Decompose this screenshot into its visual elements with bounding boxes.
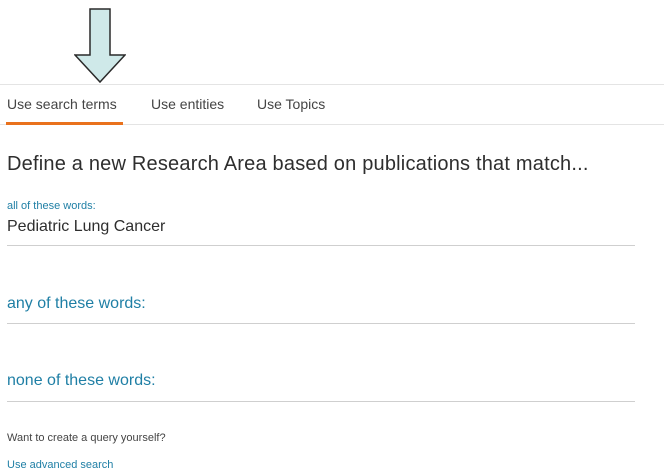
none-words-field[interactable]: none of these words: bbox=[7, 352, 635, 402]
search-mode-tabs: Use search terms Use entities Use Topics bbox=[0, 84, 664, 125]
any-words-field[interactable]: any of these words: bbox=[7, 272, 635, 324]
all-words-field[interactable]: all of these words: Pediatric Lung Cance… bbox=[7, 200, 635, 246]
down-arrow-icon bbox=[74, 8, 126, 84]
page-title: Define a new Research Area based on publ… bbox=[7, 153, 589, 175]
advanced-query-hint: Want to create a query yourself? bbox=[7, 432, 166, 444]
all-words-input[interactable]: Pediatric Lung Cancer bbox=[7, 218, 165, 236]
tab-use-entities[interactable]: Use entities bbox=[151, 96, 224, 112]
page: Use search terms Use entities Use Topics… bbox=[0, 0, 664, 476]
any-words-input[interactable]: any of these words: bbox=[7, 295, 146, 313]
tab-use-search-terms[interactable]: Use search terms bbox=[7, 96, 117, 112]
tab-use-topics[interactable]: Use Topics bbox=[257, 96, 325, 112]
none-words-input[interactable]: none of these words: bbox=[7, 372, 156, 390]
all-words-label: all of these words: bbox=[7, 200, 96, 212]
advanced-search-link[interactable]: Use advanced search bbox=[7, 459, 113, 471]
active-tab-indicator bbox=[6, 122, 123, 125]
